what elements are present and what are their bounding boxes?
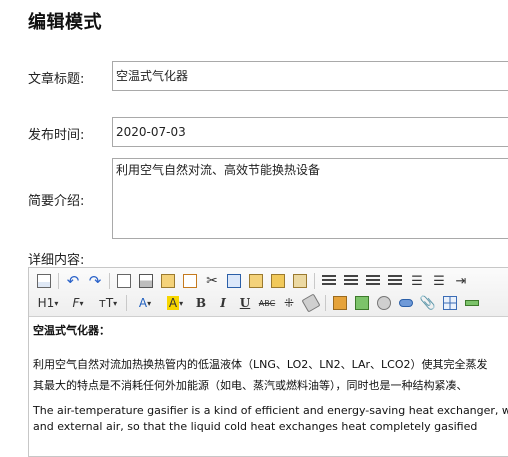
paste-word-icon[interactable]	[289, 271, 311, 291]
table-grid-icon[interactable]: ⁜	[278, 293, 300, 313]
link-icon[interactable]	[395, 293, 417, 313]
article-title-label: 文章标题:	[28, 72, 85, 87]
chevron-down-icon: ▾	[147, 298, 152, 308]
font-size-label: тT	[98, 296, 114, 310]
toolbar-row-2: H1 ▾ F ▾ тT ▾ A ▾ A ▾ B I U ABC ⁜ 📎	[33, 292, 483, 314]
toolbar-divider	[109, 273, 110, 289]
highlight-color-button[interactable]: A ▾	[160, 293, 190, 313]
toolbar-divider	[58, 273, 59, 289]
italic-button[interactable]: I	[212, 293, 234, 313]
preview-icon[interactable]	[113, 271, 135, 291]
summary-label: 简要介绍:	[28, 194, 85, 209]
source-code-icon[interactable]	[33, 271, 55, 291]
article-title-input[interactable]: 空温式气化器	[112, 61, 508, 91]
toolbar-row-1: ↶ ↷ ✂ ☰ ☰ ⇥	[33, 270, 472, 292]
editor-toolbar: ↶ ↷ ✂ ☰ ☰ ⇥ H1 ▾ F ▾ тT ▾ A ▾ A ▾ B I U …	[29, 268, 508, 317]
chevron-down-icon: ▾	[113, 298, 118, 308]
align-left-icon[interactable]	[318, 271, 340, 291]
align-justify-icon[interactable]	[384, 271, 406, 291]
summary-textarea[interactable]: 利用空气自然对流、高效节能换热设备	[112, 158, 508, 239]
chevron-down-icon: ▾	[79, 298, 84, 308]
template-icon[interactable]	[157, 271, 179, 291]
insert-column-icon[interactable]	[351, 293, 373, 313]
detail-content-label: 详细内容:	[28, 253, 85, 268]
content-paragraph: 利用空气自然对流加热换热管内的低温液体（LNG、LO2、LN2、LAr、LCO2…	[33, 358, 488, 371]
indent-icon[interactable]: ⇥	[450, 271, 472, 291]
content-paragraph: 其最大的特点是不消耗任何外加能源（如电、蒸汽或燃料油等），同时也是一种结构紧凑、	[33, 379, 468, 392]
eraser-icon[interactable]	[300, 293, 322, 313]
cut-icon[interactable]: ✂	[201, 271, 223, 291]
find-icon[interactable]	[373, 293, 395, 313]
redo-icon[interactable]: ↷	[84, 271, 106, 291]
publish-date-input[interactable]: 2020-07-03	[112, 117, 508, 147]
content-heading: 空温式气化器：	[33, 324, 110, 337]
editor-content[interactable]: 空温式气化器： 利用空气自然对流加热换热管内的低温液体（LNG、LO2、LN2、…	[29, 317, 508, 435]
horizontal-rule-icon[interactable]	[461, 293, 483, 313]
attachment-icon[interactable]: 📎	[417, 293, 439, 313]
highlight-label: A	[166, 296, 180, 310]
content-paragraph: and external air, so that the liquid col…	[33, 420, 478, 433]
heading-dropdown[interactable]: H1 ▾	[33, 293, 63, 313]
chevron-down-icon: ▾	[179, 298, 184, 308]
bold-button[interactable]: B	[190, 293, 212, 313]
print-icon[interactable]	[135, 271, 157, 291]
table-icon[interactable]	[439, 293, 461, 313]
align-right-icon[interactable]	[362, 271, 384, 291]
insert-row-icon[interactable]	[329, 293, 351, 313]
ordered-list-icon[interactable]: ☰	[406, 271, 428, 291]
page-title: 编辑模式	[28, 12, 102, 33]
paste-text-icon[interactable]	[267, 271, 289, 291]
font-color-button[interactable]: A ▾	[130, 293, 160, 313]
font-family-dropdown[interactable]: F ▾	[63, 293, 93, 313]
align-center-icon[interactable]	[340, 271, 362, 291]
strikethrough-button[interactable]: ABC	[256, 293, 278, 313]
font-size-dropdown[interactable]: тT ▾	[93, 293, 123, 313]
toolbar-divider	[314, 273, 315, 289]
content-paragraph: The air-temperature gasifier is a kind o…	[33, 404, 508, 417]
underline-button[interactable]: U	[234, 293, 256, 313]
font-family-label: F	[72, 296, 80, 310]
undo-icon[interactable]: ↶	[62, 271, 84, 291]
toolbar-divider	[325, 295, 326, 311]
unordered-list-icon[interactable]: ☰	[428, 271, 450, 291]
paste-icon[interactable]	[245, 271, 267, 291]
copy-icon[interactable]	[223, 271, 245, 291]
code-icon[interactable]	[179, 271, 201, 291]
font-color-label: A	[138, 296, 148, 310]
chevron-down-icon: ▾	[54, 298, 59, 308]
toolbar-divider	[126, 295, 127, 311]
rich-text-editor[interactable]: ↶ ↷ ✂ ☰ ☰ ⇥ H1 ▾ F ▾ тT ▾ A ▾ A ▾ B I U …	[28, 267, 508, 457]
publish-date-label: 发布时间:	[28, 128, 85, 143]
heading-label: H1	[37, 296, 55, 310]
